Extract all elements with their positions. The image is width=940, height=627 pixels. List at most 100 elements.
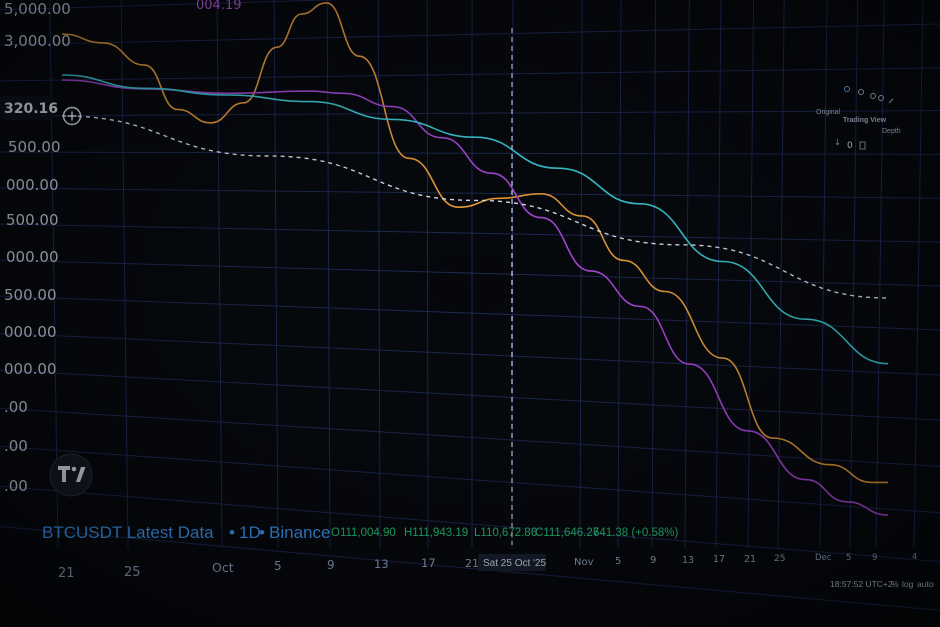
toolbar-icons: [844, 86, 894, 104]
grid-line-vertical: [426, 0, 429, 549]
y-tick-label: 500.00: [4, 286, 57, 304]
x-tick-label: Oct: [212, 560, 234, 575]
x-tick-label: 17: [421, 556, 436, 570]
x-tick-label: Dec: [815, 553, 832, 563]
legend-high: H111,943.19: [404, 527, 468, 539]
x-tick-label: 4: [912, 552, 917, 561]
grid-line-vertical: [849, 0, 859, 549]
x-tick-label: 5: [615, 556, 621, 567]
grid-line-horizontal: [0, 332, 940, 376]
grid-line-horizontal: [0, 407, 940, 467]
tradingview-logo-icon: [49, 453, 93, 497]
legend-close: C111,646.27: [535, 527, 599, 539]
alert-icon[interactable]: [870, 93, 876, 99]
grid-line-vertical: [651, 0, 657, 549]
legend-low: L110,672.86: [474, 527, 537, 539]
legend-separator: •: [259, 523, 265, 542]
series-line-4: [61, 115, 889, 299]
y-tick-label: 3,000.00: [4, 32, 71, 50]
x-tick-label: 9: [650, 555, 656, 566]
grid-line-vertical: [377, 0, 381, 549]
y-tick-label: 000.00: [4, 360, 57, 378]
svg-text:320.16: 320.16: [4, 101, 58, 117]
x-tick-label: 21: [58, 566, 75, 581]
y-tick-label: .00: [4, 437, 28, 455]
copy-icon[interactable]: [859, 141, 866, 150]
grid-line-horizontal: [0, 67, 940, 82]
x-tick-label: 5: [274, 559, 282, 573]
price-label: 320.16: [0, 96, 58, 120]
status-bar: 18:57:52 UTC+2 % log auto: [830, 579, 934, 589]
grid-line-vertical: [715, 0, 722, 549]
grid-line-vertical: [216, 0, 223, 549]
auto-toggle[interactable]: auto: [917, 579, 934, 589]
theme-icon[interactable]: [858, 89, 864, 95]
x-tick-label: 25: [124, 565, 141, 580]
fullscreen-icon[interactable]: [888, 98, 894, 104]
grid-line-vertical: [684, 0, 690, 549]
y-axis: 5,000.00 3,000.00 500.00 000.00 500.00 0…: [4, 0, 71, 495]
series-line-2: [61, 79, 889, 516]
grid-line-horizontal: [0, 445, 940, 514]
svg-text:Sat 25 Oct '25: Sat 25 Oct '25: [483, 558, 546, 569]
y-tick-label: 000.00: [4, 323, 57, 341]
chart-grid: [0, 0, 940, 611]
y-tick-label: 000.00: [6, 248, 59, 266]
legend-open: O111,004.90: [331, 527, 396, 539]
interval-down-icon[interactable]: ↓: [834, 138, 841, 147]
top-value-label: 004.19: [196, 0, 242, 13]
grid-line-vertical: [875, 0, 885, 549]
y-tick-label: .00: [4, 477, 28, 495]
grid-line-horizontal: [0, 223, 940, 243]
legend-interval: 1D: [239, 523, 261, 542]
legend-change: 641.38 (+0.58%): [593, 527, 679, 539]
crosshair-date-badge: Sat 25 Oct '25: [478, 554, 546, 571]
top-toolbar: Original Trading View Depth ↓ 0: [816, 86, 901, 151]
chart-legend: BTCUSDT Latest Data • 1D • Binance O111,…: [42, 523, 679, 542]
grid-line-horizontal: [0, 187, 940, 199]
y-tick-label: 500.00: [8, 138, 61, 156]
grid-line-horizontal: [0, 0, 342, 11]
percent-toggle[interactable]: %: [891, 579, 899, 589]
grid-line-vertical: [326, 0, 331, 549]
tab-depth[interactable]: Depth: [882, 128, 901, 135]
series-line-3: [61, 74, 889, 365]
grid-line-horizontal: [0, 295, 940, 331]
legend-title: BTCUSDT Latest Data: [42, 523, 214, 542]
grid-line-vertical: [617, 0, 622, 549]
x-tick-label: 21: [744, 554, 756, 565]
zero-counter: 0: [847, 141, 853, 151]
x-tick-label: 21: [465, 557, 479, 570]
x-tick-label: 13: [682, 555, 694, 566]
grid-line-vertical: [819, 0, 828, 549]
x-tick-label: 9: [327, 558, 335, 572]
legend-exchange: Binance: [269, 523, 330, 542]
x-tick-label: 9: [872, 553, 877, 563]
y-tick-label: .00: [4, 398, 28, 416]
x-tick-label: 25: [774, 554, 785, 564]
x-tick-label: 17: [713, 554, 725, 565]
y-tick-label: 000.00: [6, 176, 59, 194]
series-lines: [61, 2, 889, 516]
grid-line-horizontal: [0, 369, 940, 421]
log-toggle[interactable]: log: [902, 579, 914, 589]
x-tick-label: 5: [846, 553, 851, 563]
chart-screen: 5,000.00 3,000.00 500.00 000.00 500.00 0…: [0, 0, 940, 627]
grid-line-vertical: [579, 0, 583, 549]
grid-line-vertical: [120, 0, 129, 549]
price-chart: 5,000.00 3,000.00 500.00 000.00 500.00 0…: [0, 0, 940, 627]
y-tick-label: 5,000.00: [4, 0, 71, 18]
settings-icon[interactable]: [844, 86, 850, 92]
x-tick-label: Nov: [574, 557, 594, 568]
grid-line-horizontal: [0, 151, 940, 155]
grid-line-horizontal: [0, 23, 940, 46]
tab-original[interactable]: Original: [816, 109, 841, 116]
grid-line-horizontal: [0, 110, 940, 117]
grid-line-horizontal: [0, 259, 940, 287]
x-tick-label: 13: [374, 557, 389, 571]
status-clock: 18:57:52 UTC+2: [830, 579, 893, 589]
legend-separator: •: [229, 523, 235, 542]
y-tick-label: 500.00: [6, 211, 59, 229]
x-axis: 21 25 Oct 5 9 13 17 21 Sat 25 Oct '25 No…: [58, 552, 917, 581]
tab-trading-view[interactable]: Trading View: [843, 117, 887, 124]
